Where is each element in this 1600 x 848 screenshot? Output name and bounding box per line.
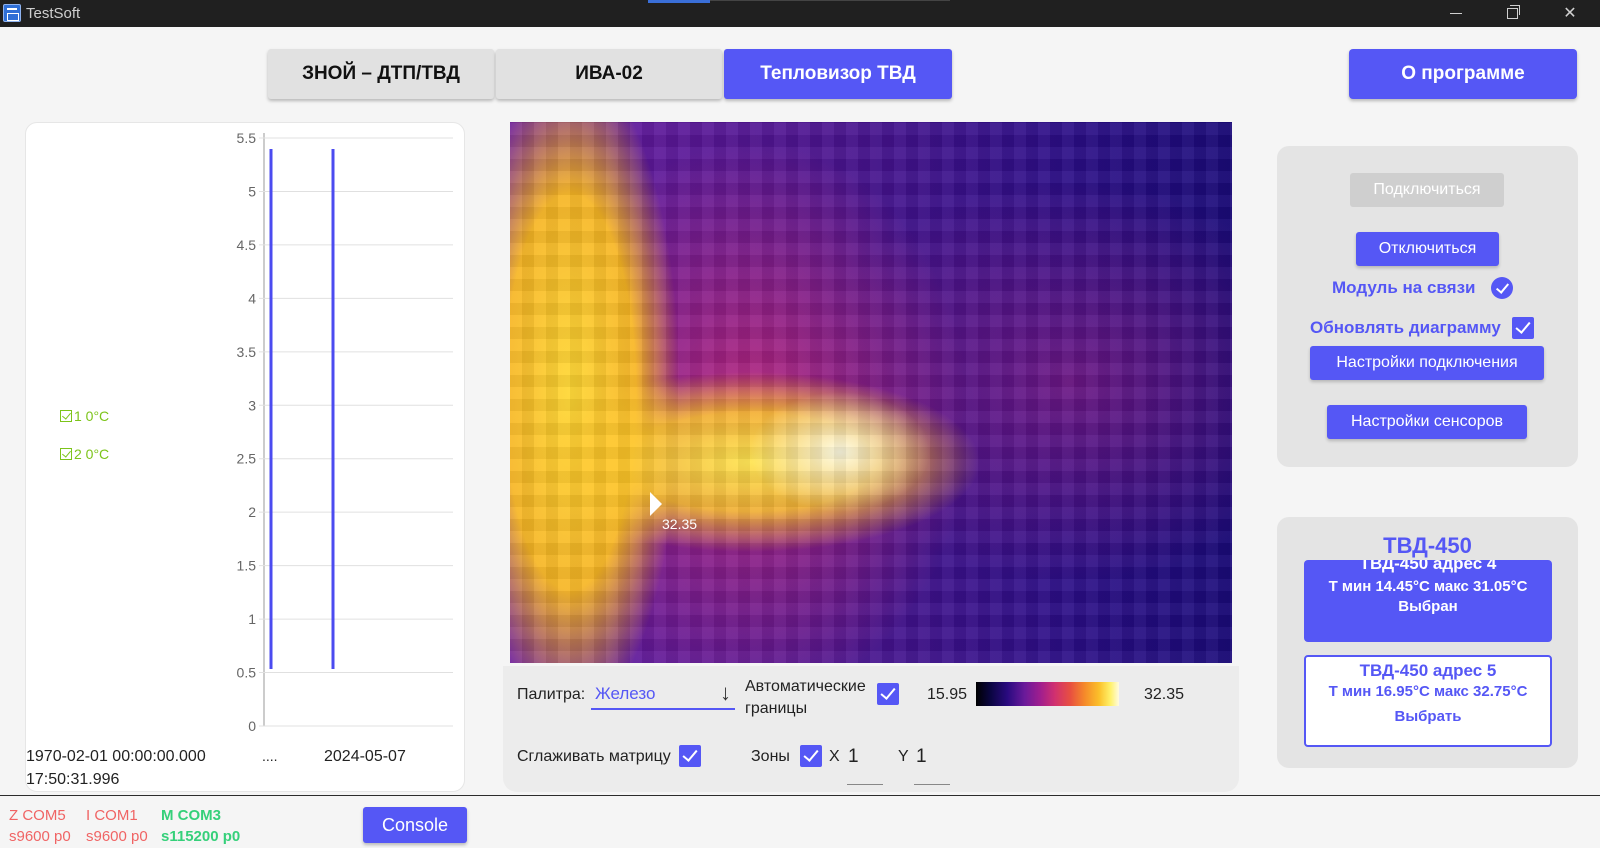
palette-label: Палитра:	[517, 686, 586, 703]
palette-min-temp: 15.95	[927, 686, 968, 703]
y-tick-label: 5	[248, 183, 256, 199]
minimize-icon	[1450, 13, 1462, 15]
thermal-pixel-grid	[510, 122, 1232, 663]
hotspot-temperature: 32.35	[662, 516, 698, 532]
connection-panel: Подключиться Отключиться Модуль на связи…	[1277, 146, 1578, 467]
y-tick-label: 2	[248, 504, 256, 520]
hotspot-marker-icon	[650, 492, 662, 516]
port-m-speed: s115200 p0	[161, 828, 241, 845]
device-card-address-5[interactable]: ТВД-450 адрес 5 Т мин 16.95°C макс 32.75…	[1304, 655, 1552, 747]
connect-button[interactable]: Подключиться	[1350, 173, 1504, 207]
device-status: Выбран	[1398, 598, 1458, 615]
port-z-speed: s9600 p0	[9, 828, 71, 845]
status-bar: Z COM5 s9600 p0 I COM1 s9600 p0 M COM3 s…	[0, 795, 1600, 848]
restore-icon	[1506, 5, 1520, 20]
palette-value: Железо	[595, 684, 656, 703]
port-z-name: Z COM5	[9, 807, 66, 824]
legend-label: 1 0°C	[74, 408, 110, 424]
auto-bounds-checkbox[interactable]	[877, 683, 899, 705]
device-range: Т мин 16.95°C макс 32.75°C	[1328, 683, 1528, 700]
connection-settings-button[interactable]: Настройки подключения	[1310, 346, 1544, 380]
legend-item-1[interactable]: 1 0°C	[60, 408, 109, 424]
y-tick-label: 1	[248, 611, 256, 627]
titlebar-accent	[648, 0, 710, 3]
about-button[interactable]: О программе	[1349, 49, 1577, 99]
auto-bounds-label: Автоматические границы	[745, 676, 866, 720]
zones-label: Зоны	[751, 748, 790, 765]
disconnect-button[interactable]: Отключиться	[1356, 232, 1499, 266]
update-chart-label: Обновлять диаграмму	[1310, 318, 1501, 337]
legend-label: 2 0°C	[74, 446, 110, 462]
x-axis-start-label: 1970-02-01 00:00:00.000	[26, 748, 206, 765]
y-tick-label: 0	[248, 718, 256, 734]
zones-y-label: Y	[898, 748, 909, 765]
device-name: ТВД-450 адрес 5	[1359, 661, 1497, 680]
thermal-controls: Палитра: Железо ↓ Автоматические границы…	[503, 666, 1239, 792]
maximize-button[interactable]	[1484, 0, 1540, 27]
x-axis-end-label: 2024-05-07	[324, 748, 406, 765]
checkbox-icon	[60, 410, 72, 422]
palette-max-temp: 32.35	[1144, 686, 1185, 703]
auto-bounds-label-line1: Автоматические	[745, 678, 866, 695]
device-panel: ТВД-450 ТВД-450 адрес 4 Т мин 14.45°C ма…	[1277, 517, 1578, 768]
sensor-settings-button[interactable]: Настройки сенсоров	[1327, 405, 1527, 439]
temperature-chart: 5.5 5 4.5 4 3.5 3 2.5 2 1.5 1 0.5 0 1 0°C 2 0°C 197…	[25, 122, 465, 792]
zones-x-input[interactable]: 1	[848, 746, 859, 768]
module-online-label: Модуль на связи	[1332, 278, 1476, 297]
zones-x-underline	[847, 784, 883, 785]
x-axis-start-time-label: 17:50:31.996	[26, 771, 120, 788]
y-tick-label: 2.5	[237, 451, 257, 467]
device-card-address-4[interactable]: ТВД-450 адрес 4 Т мин 14.45°C макс 31.05…	[1304, 560, 1552, 642]
palette-colorbar	[976, 682, 1119, 706]
thermal-image[interactable]: 32.35	[510, 122, 1232, 663]
select-device-link[interactable]: Выбрать	[1306, 708, 1550, 725]
zones-checkbox[interactable]	[800, 745, 822, 767]
tab-thermal-imager[interactable]: Тепловизор ТВД	[724, 49, 952, 99]
arrow-down-icon: ↓	[720, 680, 731, 705]
auto-bounds-label-line2: границы	[745, 700, 808, 717]
tab-znoy[interactable]: ЗНОЙ – ДТП/ТВД	[268, 49, 494, 99]
zones-y-input[interactable]: 1	[916, 746, 927, 768]
zones-x-label: X	[829, 748, 840, 765]
y-tick-label: 3.5	[237, 344, 257, 360]
online-check-icon	[1491, 277, 1513, 299]
legend-item-2[interactable]: 2 0°C	[60, 446, 109, 462]
y-tick-label: 3	[248, 397, 256, 413]
close-button[interactable]: ✕	[1542, 0, 1598, 27]
tab-iva[interactable]: ИВА-02	[496, 49, 722, 99]
port-i-speed: s9600 p0	[86, 828, 148, 845]
device-name: ТВД-450 адрес 4	[1359, 560, 1497, 573]
y-tick-label: 1.5	[237, 558, 257, 574]
close-icon: ✕	[1563, 5, 1577, 22]
smooth-matrix-label: Сглаживать матрицу	[517, 748, 671, 765]
y-tick-label: 4	[248, 290, 256, 306]
title-bar: TestSoft ✕	[0, 0, 1600, 27]
port-m-name: M COM3	[161, 807, 221, 824]
y-tick-label: 4.5	[237, 237, 257, 253]
window-title: TestSoft	[26, 5, 81, 22]
x-axis-ellipsis: ....	[262, 748, 278, 764]
device-range: Т мин 14.45°C макс 31.05°C	[1328, 578, 1528, 595]
zones-y-underline	[914, 784, 950, 785]
console-button[interactable]: Console	[363, 807, 467, 843]
port-i-name: I COM1	[86, 807, 138, 824]
titlebar-divider	[710, 0, 950, 1]
device-panel-title: ТВД-450	[1383, 533, 1472, 558]
minimize-button[interactable]	[1428, 0, 1484, 27]
update-chart-checkbox[interactable]	[1512, 317, 1534, 339]
y-tick-label: 5.5	[237, 130, 257, 146]
y-tick-label: 0.5	[237, 665, 257, 681]
checkbox-icon	[60, 448, 72, 460]
palette-select[interactable]: Железо ↓	[591, 680, 735, 710]
app-icon	[3, 4, 21, 22]
smooth-matrix-checkbox[interactable]	[679, 745, 701, 767]
